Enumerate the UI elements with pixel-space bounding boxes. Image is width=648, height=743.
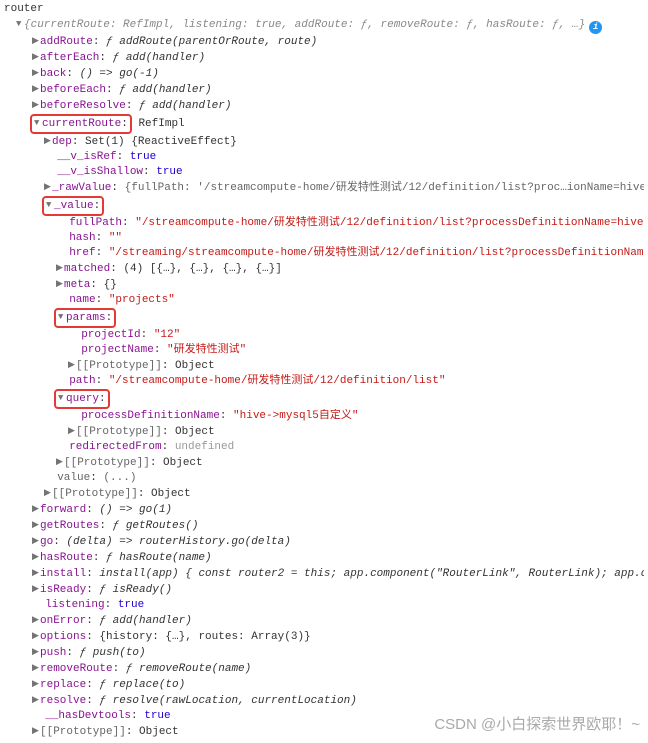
prop-value[interactable]: _value: bbox=[4, 196, 644, 216]
expand-icon[interactable] bbox=[32, 98, 40, 113]
prop-href: href: "/streaming/streamcompute-home/研发特… bbox=[4, 246, 644, 261]
object-preview[interactable]: {currentRoute: RefImpl, listening: true,… bbox=[4, 17, 644, 34]
prop-currentRoute[interactable]: currentRoute: RefImpl bbox=[4, 114, 644, 134]
expand-icon[interactable] bbox=[58, 391, 66, 406]
expand-icon[interactable] bbox=[56, 277, 64, 292]
prop-prototype[interactable]: [[Prototype]]: Object bbox=[4, 724, 644, 740]
prop-install[interactable]: install: install(app) { const router2 = … bbox=[4, 566, 644, 582]
prop-rawValue[interactable]: _rawValue: {fullPath: '/streamcompute-ho… bbox=[4, 180, 644, 196]
prop-options[interactable]: options: {history: {…}, routes: Array(3)… bbox=[4, 629, 644, 645]
prop-prototype[interactable]: [[Prototype]]: Object bbox=[4, 486, 644, 502]
expand-icon[interactable] bbox=[32, 613, 40, 628]
expand-icon[interactable] bbox=[44, 180, 52, 195]
prop-path: path: "/streamcompute-home/研发特性测试/12/def… bbox=[4, 374, 644, 389]
prop-resolve[interactable]: resolve: ƒ resolve(rawLocation, currentL… bbox=[4, 693, 644, 709]
prop-listening: listening: true bbox=[4, 598, 644, 613]
prop-fullPath: fullPath: "/streamcompute-home/研发特性测试/12… bbox=[4, 216, 644, 231]
root-label[interactable]: router bbox=[4, 2, 644, 17]
expand-icon[interactable] bbox=[32, 550, 40, 565]
prop-processDefinitionName: processDefinitionName: "hive->mysql5自定义" bbox=[4, 409, 644, 424]
expand-icon[interactable] bbox=[32, 724, 40, 739]
prop-meta[interactable]: meta: {} bbox=[4, 277, 644, 293]
prop-redirectedFrom: redirectedFrom: undefined bbox=[4, 440, 644, 455]
prop-params[interactable]: params: bbox=[4, 308, 644, 328]
prop-hash: hash: "" bbox=[4, 231, 644, 246]
expand-icon[interactable] bbox=[68, 424, 76, 439]
expand-icon[interactable] bbox=[32, 629, 40, 644]
prop-isRef: __v_isRef: true bbox=[4, 150, 644, 165]
expand-icon[interactable] bbox=[32, 661, 40, 676]
expand-icon[interactable] bbox=[32, 693, 40, 708]
expand-icon[interactable] bbox=[56, 261, 64, 276]
prop-go[interactable]: go: (delta) => routerHistory.go(delta) bbox=[4, 534, 644, 550]
info-icon[interactable]: i bbox=[589, 21, 602, 34]
expand-icon[interactable] bbox=[56, 455, 64, 470]
prop-replace[interactable]: replace: ƒ replace(to) bbox=[4, 677, 644, 693]
prop-beforeResolve[interactable]: beforeResolve: ƒ add(handler) bbox=[4, 98, 644, 114]
prop-prototype[interactable]: [[Prototype]]: Object bbox=[4, 424, 644, 440]
expand-icon[interactable] bbox=[16, 17, 24, 32]
expand-icon[interactable] bbox=[32, 566, 40, 581]
expand-icon[interactable] bbox=[32, 534, 40, 549]
expand-icon[interactable] bbox=[32, 645, 40, 660]
expand-icon[interactable] bbox=[32, 34, 40, 49]
prop-value-getter[interactable]: value: (...) bbox=[4, 471, 644, 486]
expand-icon[interactable] bbox=[44, 134, 52, 149]
expand-icon[interactable] bbox=[32, 582, 40, 597]
prop-removeRoute[interactable]: removeRoute: ƒ removeRoute(name) bbox=[4, 661, 644, 677]
prop-onError[interactable]: onError: ƒ add(handler) bbox=[4, 613, 644, 629]
prop-projectName: projectName: "研发特性测试" bbox=[4, 343, 644, 358]
expand-icon[interactable] bbox=[32, 502, 40, 517]
prop-push[interactable]: push: ƒ push(to) bbox=[4, 645, 644, 661]
prop-afterEach[interactable]: afterEach: ƒ add(handler) bbox=[4, 50, 644, 66]
expand-icon[interactable] bbox=[44, 486, 52, 501]
prop-hasDevtools: __hasDevtools: true bbox=[4, 709, 644, 724]
prop-dep[interactable]: dep: Set(1) {ReactiveEffect} bbox=[4, 134, 644, 150]
expand-icon[interactable] bbox=[46, 198, 54, 213]
prop-projectId: projectId: "12" bbox=[4, 328, 644, 343]
expand-icon[interactable] bbox=[32, 82, 40, 97]
prop-getRoutes[interactable]: getRoutes: ƒ getRoutes() bbox=[4, 518, 644, 534]
prop-isReady[interactable]: isReady: ƒ isReady() bbox=[4, 582, 644, 598]
prop-beforeEach[interactable]: beforeEach: ƒ add(handler) bbox=[4, 82, 644, 98]
expand-icon[interactable] bbox=[68, 358, 76, 373]
expand-icon[interactable] bbox=[32, 50, 40, 65]
prop-prototype[interactable]: [[Prototype]]: Object bbox=[4, 358, 644, 374]
expand-icon[interactable] bbox=[32, 677, 40, 692]
prop-back[interactable]: back: () => go(-1) bbox=[4, 66, 644, 82]
expand-icon[interactable] bbox=[32, 518, 40, 533]
prop-forward[interactable]: forward: () => go(1) bbox=[4, 502, 644, 518]
prop-matched[interactable]: matched: (4) [{…}, {…}, {…}, {…}] bbox=[4, 261, 644, 277]
expand-icon[interactable] bbox=[32, 66, 40, 81]
prop-isShallow: __v_isShallow: true bbox=[4, 165, 644, 180]
expand-icon[interactable] bbox=[58, 310, 66, 325]
prop-hasRoute[interactable]: hasRoute: ƒ hasRoute(name) bbox=[4, 550, 644, 566]
prop-addRoute[interactable]: addRoute: ƒ addRoute(parentOrRoute, rout… bbox=[4, 34, 644, 50]
prop-name: name: "projects" bbox=[4, 293, 644, 308]
prop-prototype[interactable]: [[Prototype]]: Object bbox=[4, 455, 644, 471]
prop-query[interactable]: query: bbox=[4, 389, 644, 409]
expand-icon[interactable] bbox=[34, 116, 42, 131]
